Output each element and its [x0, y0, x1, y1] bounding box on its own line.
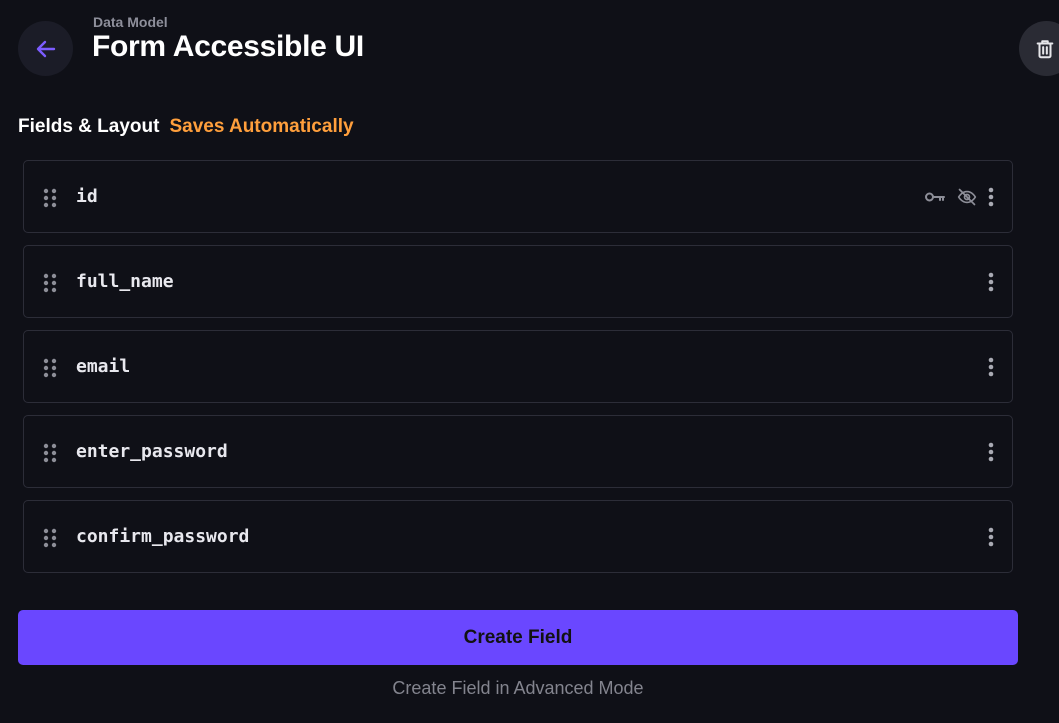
section-heading: Fields & Layout Saves Automatically	[18, 116, 354, 138]
field-name: confirm_password	[76, 526, 250, 547]
back-button[interactable]	[18, 21, 73, 76]
field-row[interactable]: full_name	[23, 245, 1013, 318]
key-icon	[924, 190, 946, 204]
field-name: id	[76, 186, 98, 207]
kebab-menu-icon[interactable]	[988, 527, 994, 547]
section-title: Fields & Layout	[18, 116, 160, 137]
field-actions	[988, 501, 994, 572]
trash-icon	[1036, 39, 1054, 58]
field-row[interactable]: email	[23, 330, 1013, 403]
field-list: id full_nameemail enter_password confirm_pa…	[23, 160, 1013, 585]
drag-handle-icon[interactable]	[43, 188, 57, 208]
autosave-status: Saves Automatically	[169, 116, 354, 137]
field-name: email	[76, 356, 131, 377]
drag-handle-icon[interactable]	[43, 528, 57, 548]
field-actions	[988, 331, 994, 402]
field-row[interactable]: enter_password	[23, 415, 1013, 488]
delete-model-button[interactable]	[1019, 21, 1059, 76]
field-row[interactable]: confirm_password	[23, 500, 1013, 573]
kebab-menu-icon[interactable]	[988, 442, 994, 462]
field-actions	[988, 416, 994, 487]
kebab-menu-icon[interactable]	[988, 357, 994, 377]
breadcrumb: Data Model	[93, 14, 168, 30]
drag-handle-icon[interactable]	[43, 273, 57, 293]
kebab-menu-icon[interactable]	[988, 272, 994, 292]
create-field-advanced-link[interactable]: Create Field in Advanced Mode	[18, 678, 1018, 699]
page-title: Form Accessible UI	[92, 30, 364, 63]
arrow-left-icon	[36, 40, 55, 57]
field-actions	[924, 161, 994, 232]
field-row[interactable]: id	[23, 160, 1013, 233]
eye-off-icon	[956, 187, 978, 207]
kebab-menu-icon[interactable]	[988, 187, 994, 207]
field-actions	[988, 246, 994, 317]
field-name: enter_password	[76, 441, 228, 462]
create-field-button[interactable]: Create Field	[18, 610, 1018, 665]
field-name: full_name	[76, 271, 174, 292]
data-model-page: Data Model Form Accessible UI Fields & L…	[0, 0, 1059, 723]
drag-handle-icon[interactable]	[43, 358, 57, 378]
drag-handle-icon[interactable]	[43, 443, 57, 463]
